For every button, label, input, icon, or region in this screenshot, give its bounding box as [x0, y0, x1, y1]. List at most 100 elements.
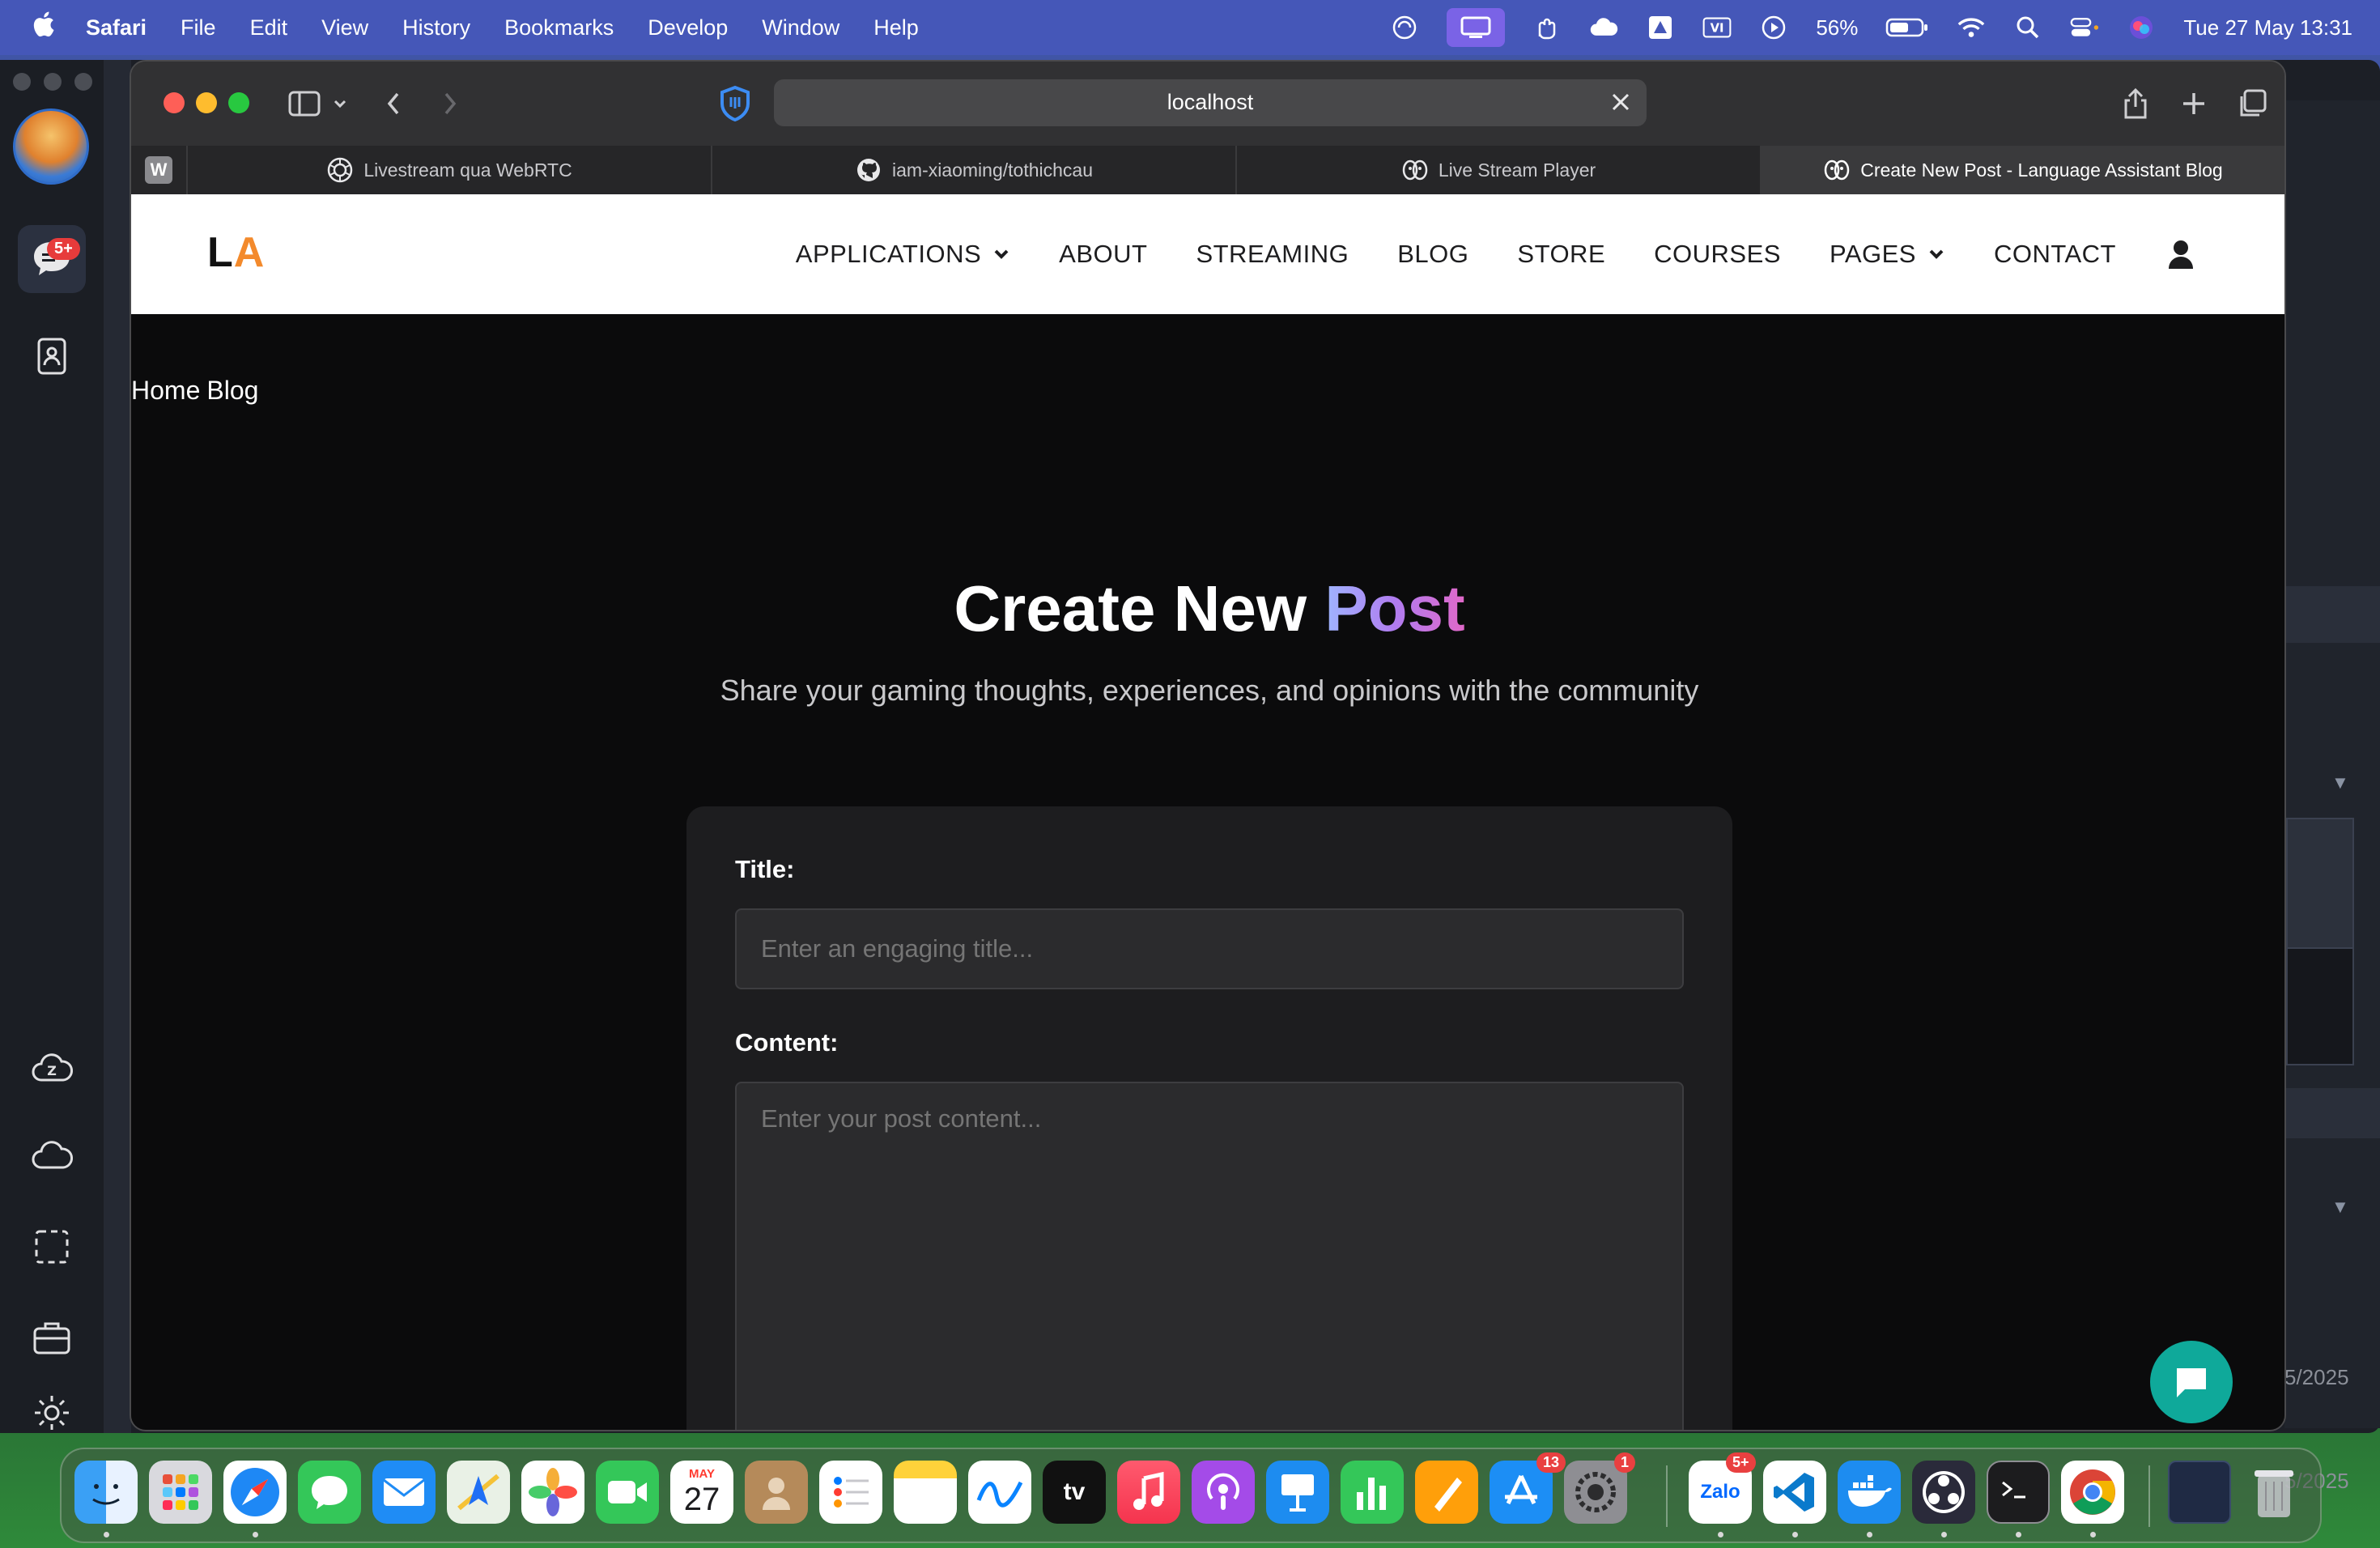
bg-close-button[interactable] — [13, 73, 31, 91]
obs-icon[interactable] — [1912, 1461, 1975, 1524]
siri-icon[interactable] — [2127, 13, 2156, 42]
minimize-window-button[interactable] — [196, 92, 217, 113]
cloud-storage-icon[interactable] — [18, 1122, 86, 1190]
menu-bookmarks[interactable]: Bookmarks — [504, 15, 614, 40]
control-center-icon[interactable] — [2070, 13, 2099, 42]
privacy-shield-icon[interactable] — [717, 84, 753, 123]
messages-app-icon[interactable] — [298, 1461, 361, 1524]
bg-zoom-button[interactable] — [74, 73, 92, 91]
site-logo[interactable]: LA — [207, 228, 265, 277]
zoom-window-button[interactable] — [228, 92, 249, 113]
url-text[interactable]: localhost — [774, 90, 1647, 115]
calendar-icon[interactable]: MAY 27 — [670, 1461, 733, 1524]
trash-icon[interactable] — [2242, 1461, 2306, 1524]
menu-help[interactable]: Help — [873, 15, 919, 40]
maps-icon[interactable] — [447, 1461, 510, 1524]
menu-view[interactable]: View — [321, 15, 368, 40]
nav-pages[interactable]: PAGES — [1830, 240, 1945, 269]
toolbox-icon[interactable] — [18, 1303, 86, 1372]
sidebar-toggle-icon[interactable] — [287, 86, 322, 121]
settings-gear-icon[interactable] — [18, 1393, 86, 1433]
chevron-down-icon-2[interactable]: ▼ — [2331, 1197, 2349, 1218]
user-account-icon[interactable] — [2165, 238, 2197, 270]
nav-streaming[interactable]: STREAMING — [1196, 240, 1349, 269]
right-pane-thumbnail-2[interactable] — [2286, 947, 2354, 1065]
wifi-icon[interactable] — [1957, 13, 1986, 42]
menubar-clock[interactable]: Tue 27 May 13:31 — [2183, 15, 2352, 40]
nav-contact[interactable]: CONTACT — [1994, 240, 2116, 269]
chrome-icon[interactable] — [2061, 1461, 2124, 1524]
tab-create-new-post[interactable]: Create New Post - Language Assistant Blo… — [1762, 146, 2284, 194]
nav-applications[interactable]: APPLICATIONS — [796, 240, 1010, 269]
tab-github-repo[interactable]: iam-xiaoming/tothichcau — [712, 146, 1237, 194]
new-tab-plus-icon[interactable] — [2176, 86, 2212, 121]
facetime-icon[interactable] — [596, 1461, 659, 1524]
screen-share-icon[interactable] — [1447, 8, 1506, 47]
contacts-icon[interactable] — [18, 322, 86, 390]
openai-status-icon[interactable] — [1390, 13, 1419, 42]
tab-livestream-webrtc[interactable]: Livestream qua WebRTC — [188, 146, 712, 194]
photos-icon[interactable] — [521, 1461, 584, 1524]
zcloud-icon[interactable]: Z — [18, 1033, 86, 1101]
chevron-down-icon[interactable] — [322, 86, 358, 121]
breadcrumb-current[interactable]: Blog — [206, 376, 258, 405]
pinned-tab[interactable]: W — [131, 146, 188, 194]
vscode-icon[interactable] — [1763, 1461, 1826, 1524]
sparkle-hand-icon[interactable] — [1532, 13, 1562, 42]
docker-icon[interactable] — [1838, 1461, 1901, 1524]
battery-icon[interactable] — [1885, 13, 1929, 42]
nav-about[interactable]: ABOUT — [1059, 240, 1147, 269]
clear-url-icon[interactable] — [1606, 87, 1635, 117]
search-icon[interactable] — [2013, 13, 2042, 42]
menu-window[interactable]: Window — [762, 15, 839, 40]
safari-icon[interactable] — [223, 1461, 287, 1524]
avatar[interactable] — [13, 108, 89, 185]
nav-store[interactable]: STORE — [1517, 240, 1605, 269]
reminders-icon[interactable] — [819, 1461, 882, 1524]
contacts-app-icon[interactable] — [745, 1461, 808, 1524]
tab-title: Live Stream Player — [1438, 159, 1596, 181]
pages-icon[interactable] — [1415, 1461, 1478, 1524]
mail-icon[interactable] — [372, 1461, 436, 1524]
close-window-button[interactable] — [164, 92, 185, 113]
menu-edit[interactable]: Edit — [250, 15, 288, 40]
chat-button[interactable] — [2150, 1341, 2233, 1423]
screenshot-icon[interactable] — [18, 1213, 86, 1281]
chevron-down-icon[interactable]: ▼ — [2331, 772, 2349, 793]
podcasts-icon[interactable] — [1192, 1461, 1255, 1524]
breadcrumb-home-link[interactable]: Home — [131, 376, 200, 405]
cloud-icon[interactable] — [1589, 13, 1618, 42]
apple-tv-icon[interactable]: tv — [1043, 1461, 1106, 1524]
running-indicator — [253, 1532, 258, 1537]
share-icon[interactable] — [2118, 86, 2153, 121]
finder-icon[interactable] — [74, 1461, 138, 1524]
notes-icon[interactable] — [894, 1461, 957, 1524]
openai-icon — [326, 156, 354, 184]
music-icon[interactable] — [1117, 1461, 1180, 1524]
menu-file[interactable]: File — [181, 15, 216, 40]
back-arrow-icon[interactable] — [376, 86, 411, 121]
content-textarea[interactable] — [735, 1082, 1684, 1430]
drive-icon[interactable] — [1646, 13, 1675, 42]
forward-arrow-icon[interactable] — [432, 86, 468, 121]
keynote-icon[interactable] — [1266, 1461, 1329, 1524]
vi-keyboard-icon[interactable]: VI — [1702, 13, 1732, 42]
address-bar[interactable]: localhost — [774, 79, 1647, 126]
nav-blog[interactable]: BLOG — [1397, 240, 1468, 269]
menu-develop[interactable]: Develop — [648, 15, 728, 40]
freeform-icon[interactable] — [968, 1461, 1031, 1524]
terminal-icon[interactable] — [1987, 1461, 2050, 1524]
nav-courses[interactable]: COURSES — [1654, 240, 1781, 269]
recent-window-thumbnail[interactable] — [2168, 1461, 2231, 1524]
launchpad-icon[interactable] — [149, 1461, 212, 1524]
menu-app-name[interactable]: Safari — [86, 15, 147, 40]
menu-history[interactable]: History — [402, 15, 470, 40]
play-circle-icon[interactable] — [1759, 13, 1788, 42]
tab-live-stream-player[interactable]: Live Stream Player — [1237, 146, 1762, 194]
tab-overview-icon[interactable] — [2234, 86, 2270, 121]
bg-minimize-button[interactable] — [44, 73, 62, 91]
title-input[interactable] — [735, 908, 1684, 989]
numbers-icon[interactable] — [1341, 1461, 1404, 1524]
apple-menu-icon[interactable] — [31, 11, 63, 45]
messages-icon[interactable] — [18, 225, 86, 293]
